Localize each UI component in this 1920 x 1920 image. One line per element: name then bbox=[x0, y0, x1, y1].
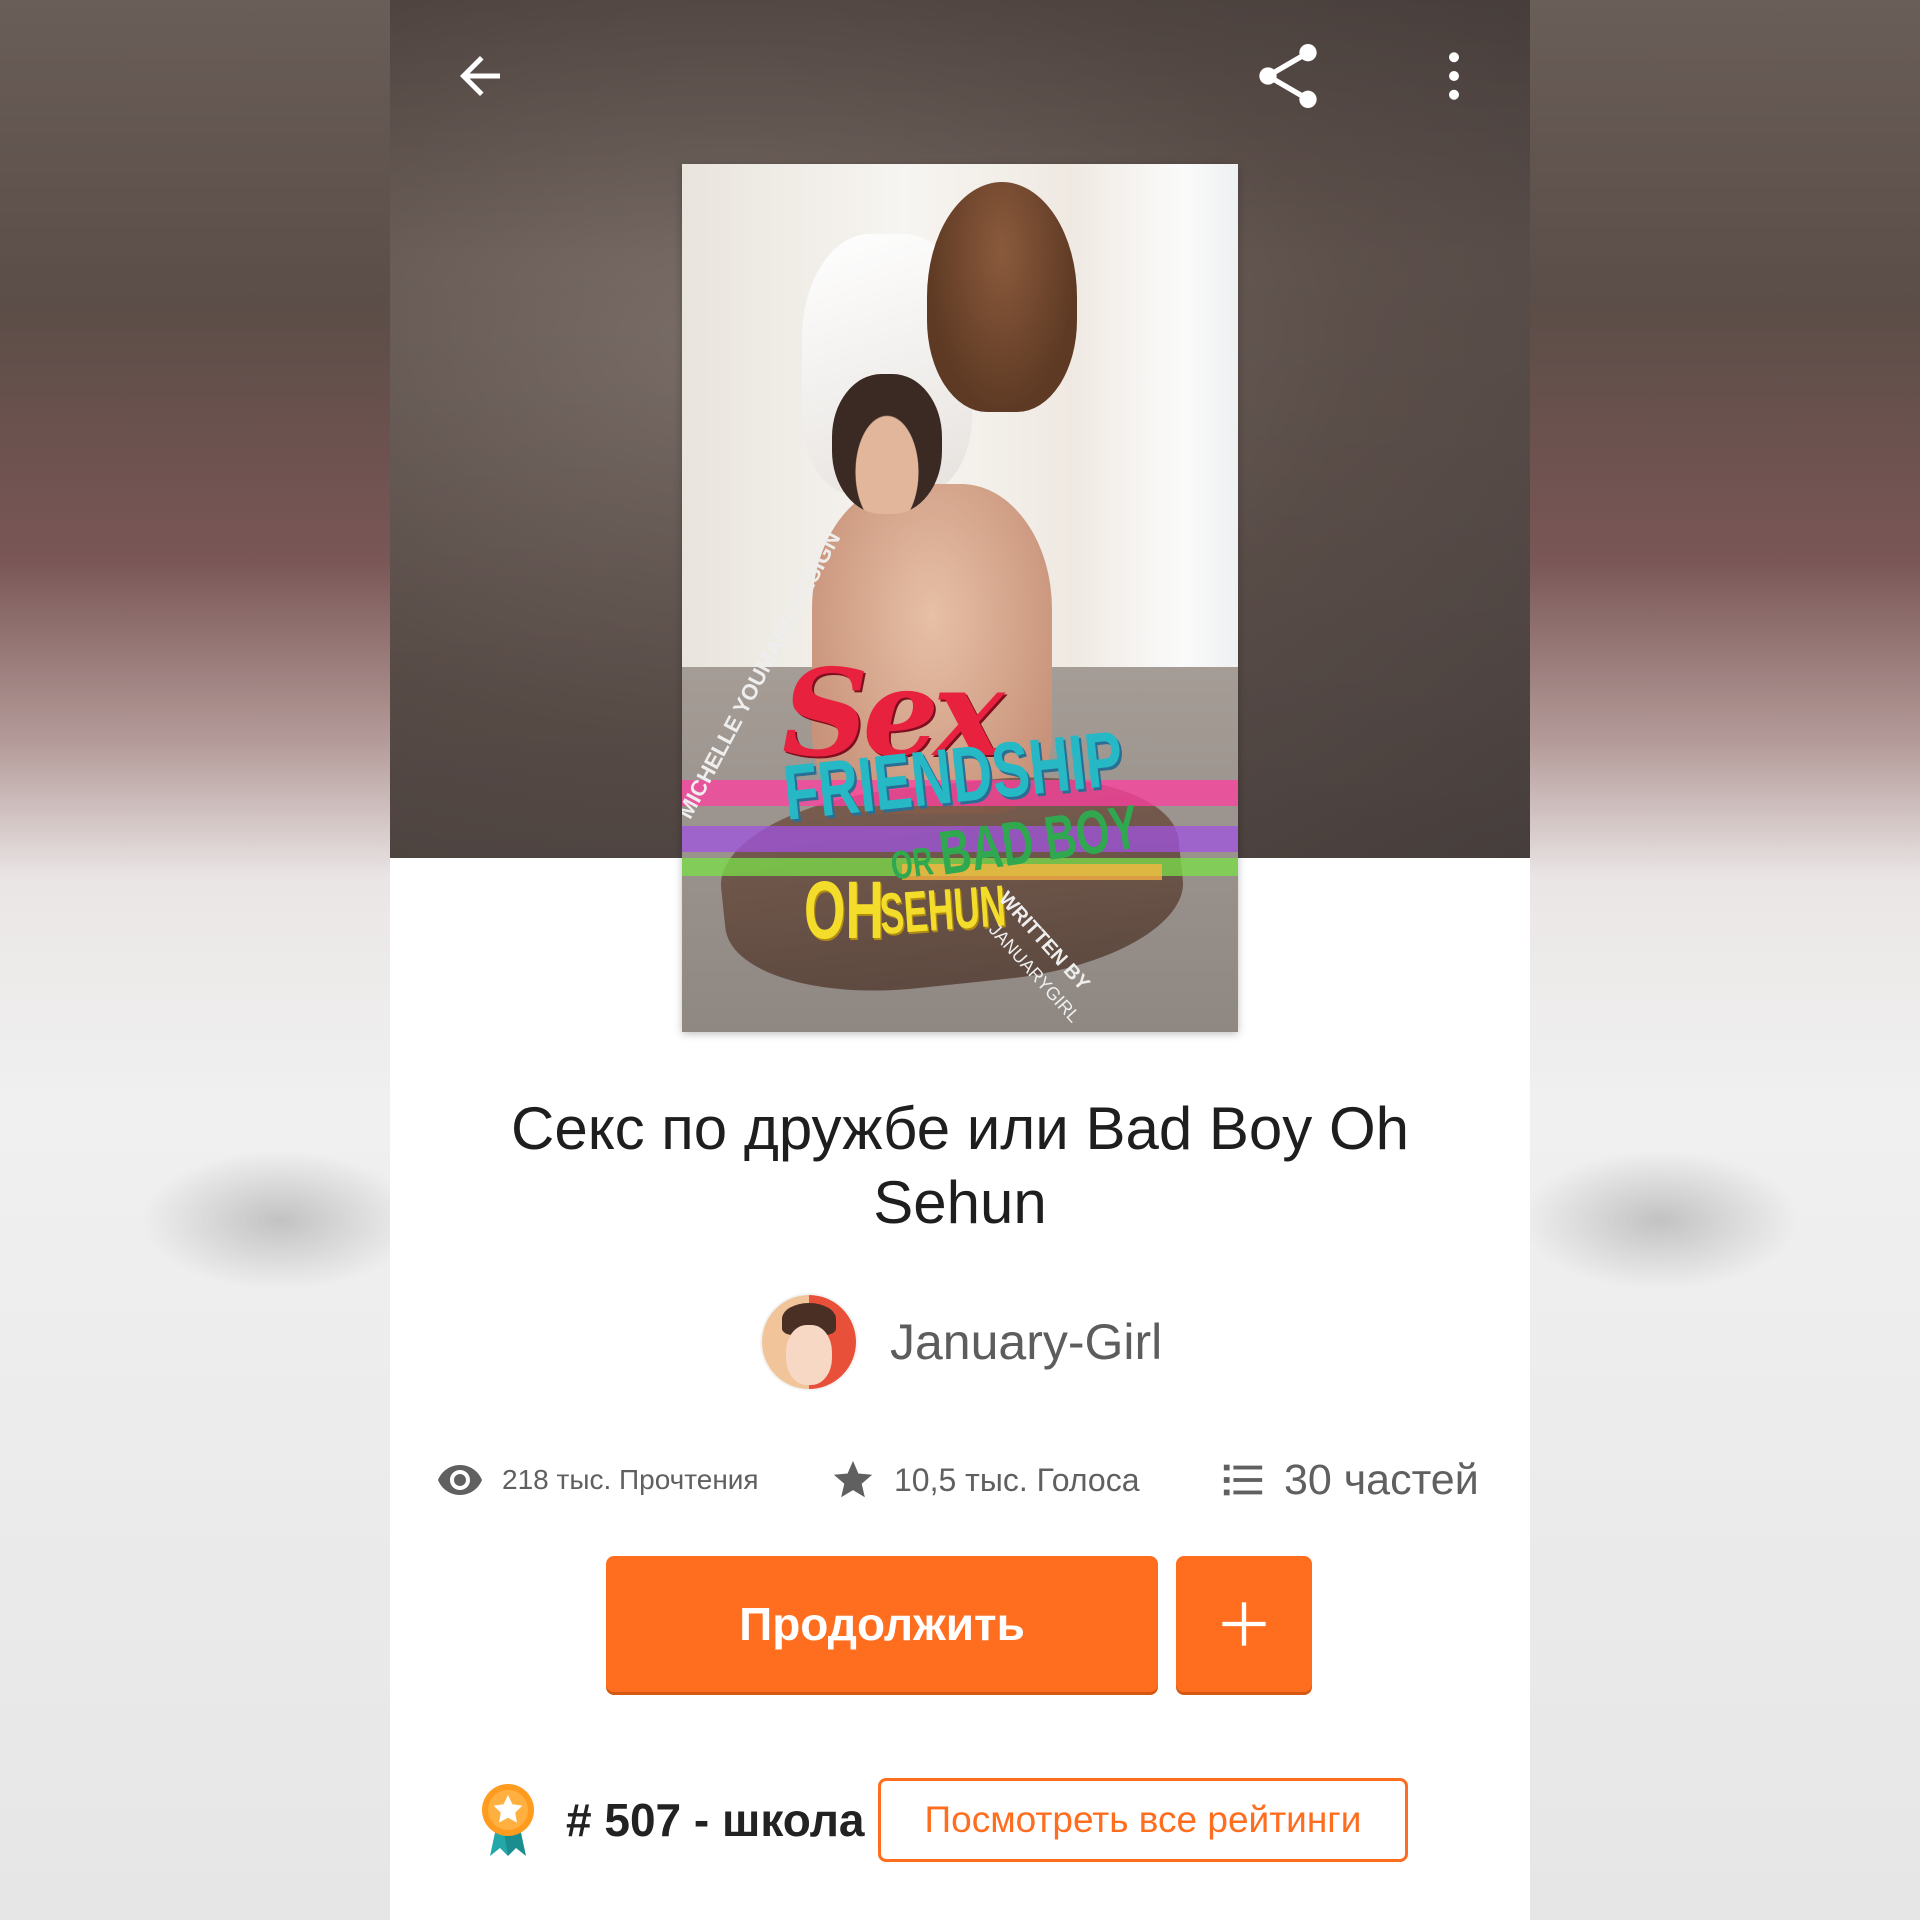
plus-icon bbox=[1222, 1602, 1266, 1646]
award-badge-icon bbox=[482, 1784, 534, 1856]
story-cover-image[interactable]: Sex FRIENDSHIP OR BAD BOY OH SEHUN MICHE… bbox=[682, 164, 1238, 1032]
cover-name-oh: OH bbox=[804, 865, 884, 956]
author-name[interactable]: January-Girl bbox=[890, 1313, 1162, 1371]
backdrop-shadow-right bbox=[1520, 1150, 1800, 1290]
story-details-screen: Sex FRIENDSHIP OR BAD BOY OH SEHUN MICHE… bbox=[390, 0, 1530, 1920]
story-title: Секс по дружбе или Bad Boy Oh Sehun bbox=[511, 1095, 1409, 1236]
share-icon bbox=[1259, 44, 1317, 108]
reads-count: 218 тыс. Прочтения bbox=[502, 1464, 759, 1495]
reads-stat: 218 тыс. Прочтения bbox=[436, 1440, 759, 1520]
avatar[interactable] bbox=[760, 1293, 858, 1391]
more-options-button[interactable] bbox=[1414, 36, 1494, 116]
arrow-left-icon bbox=[460, 56, 500, 96]
parts-count: 30 частей bbox=[1284, 1455, 1479, 1504]
add-to-library-button[interactable] bbox=[1176, 1556, 1312, 1692]
ranking-text: # 507 - школа bbox=[566, 1794, 865, 1846]
avatar-face bbox=[786, 1325, 832, 1385]
share-button[interactable] bbox=[1248, 36, 1328, 116]
back-button[interactable] bbox=[440, 36, 520, 116]
more-vertical-icon bbox=[1449, 52, 1459, 100]
continue-reading-button[interactable]: Продолжить bbox=[606, 1556, 1158, 1692]
cover-figure-man-head bbox=[832, 374, 942, 514]
votes-stat: 10,5 тыс. Голоса bbox=[830, 1440, 1140, 1520]
story-ranking: # 507 - школа bbox=[476, 1780, 865, 1860]
backdrop-shadow-left bbox=[140, 1150, 420, 1290]
parts-stat[interactable]: 30 частей bbox=[1220, 1440, 1479, 1520]
star-icon bbox=[833, 1460, 873, 1498]
view-all-rankings-button[interactable]: Посмотреть все рейтинги bbox=[878, 1778, 1408, 1862]
list-icon bbox=[1223, 1464, 1263, 1496]
cover-figure-woman-hair bbox=[927, 182, 1077, 412]
story-stats: 218 тыс. Прочтения 10,5 тыс. Голоса 30 ч… bbox=[390, 1440, 1530, 1520]
author-link[interactable]: January-Girl bbox=[760, 1292, 1162, 1392]
eye-icon bbox=[438, 1465, 482, 1495]
votes-count: 10,5 тыс. Голоса bbox=[894, 1461, 1140, 1498]
